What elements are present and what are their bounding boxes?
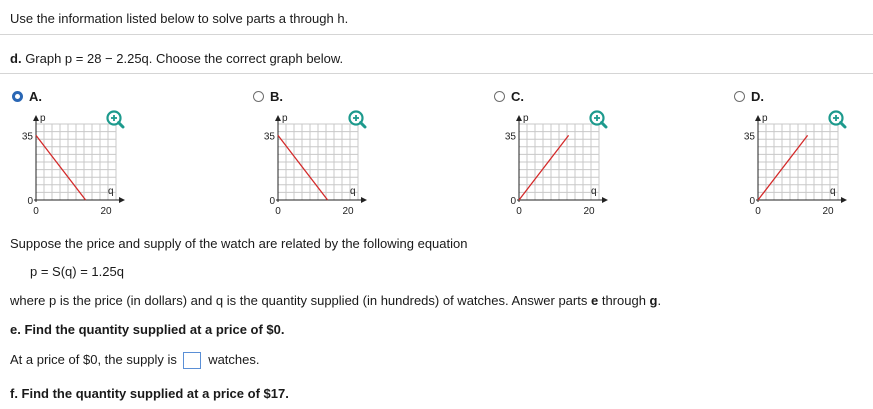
y-tick-top: 35 — [505, 131, 517, 142]
option-c[interactable]: C. — [494, 89, 524, 104]
option-b[interactable]: B. — [253, 89, 283, 104]
graph-c-svg: pq3500 20 — [505, 110, 608, 217]
graph-b: p q 35 0 0 20 — [244, 108, 374, 218]
option-b-radio[interactable] — [253, 91, 264, 102]
y-axis-arrow — [516, 115, 522, 121]
option-b-label: B. — [270, 89, 283, 104]
y-axis-label: p — [523, 113, 529, 124]
option-d-label: D. — [751, 89, 764, 104]
x-tick-zero: 0 — [275, 206, 281, 217]
where-bold-g: g — [649, 293, 658, 308]
part-e-question: e. Find the quantity supplied at a price… — [10, 322, 285, 337]
graph-a-svg: pq3500 20 — [22, 110, 125, 217]
graph-d-svg: pq3500 20 — [744, 110, 847, 217]
option-a-radio[interactable] — [12, 91, 23, 102]
option-c-radio[interactable] — [494, 91, 505, 102]
x-axis-arrow — [119, 197, 125, 203]
graph-d-line — [757, 135, 809, 201]
y-axis-arrow — [275, 115, 281, 121]
zoom-in-icon[interactable] — [589, 110, 608, 129]
x-tick-max: 20 — [583, 206, 595, 217]
x-axis-label: q — [830, 186, 836, 197]
option-c-label: C. — [511, 89, 524, 104]
y-tick-top: 35 — [744, 131, 756, 142]
x-tick-max: 20 — [100, 206, 112, 217]
graph-a: p q 35 0 0 20 — [2, 108, 132, 218]
graph-b-svg: pq3500 20 — [264, 110, 367, 217]
part-d-divider — [0, 73, 873, 74]
option-a-label: A. — [29, 89, 42, 104]
part-e-answer-row: At a price of $0, the supply is watches. — [10, 352, 260, 370]
x-axis-label: q — [108, 186, 114, 197]
x-tick-max: 20 — [342, 206, 354, 217]
supply-answer-input[interactable] — [182, 352, 201, 370]
x-axis-arrow — [361, 197, 367, 203]
zoom-in-icon[interactable] — [106, 110, 125, 129]
x-axis-arrow — [602, 197, 608, 203]
x-tick-zero: 0 — [33, 206, 39, 217]
option-d[interactable]: D. — [734, 89, 764, 104]
answer-e-after: watches. — [208, 352, 260, 367]
option-d-radio[interactable] — [734, 91, 745, 102]
supply-intro: Suppose the price and supply of the watc… — [10, 236, 468, 251]
where-main: where p is the price (in dollars) and q … — [10, 293, 591, 308]
y-axis-label: p — [762, 113, 768, 124]
y-tick-top: 35 — [22, 131, 34, 142]
graph-c-line — [518, 135, 570, 201]
zoom-in-icon[interactable] — [348, 110, 367, 129]
supply-equation: p = S(q) = 1.25q — [30, 264, 124, 279]
graph-b-line — [277, 135, 329, 201]
header-divider — [0, 34, 873, 35]
y-axis-arrow — [755, 115, 761, 121]
x-tick-zero: 0 — [755, 206, 761, 217]
part-d-prefix: d. — [10, 51, 22, 66]
option-a[interactable]: A. — [12, 89, 42, 104]
y-tick-top: 35 — [264, 131, 276, 142]
where-end: . — [657, 293, 662, 308]
part-f-question: f. Find the quantity supplied at a price… — [10, 386, 289, 401]
x-axis-label: q — [350, 186, 356, 197]
y-axis-label: p — [282, 113, 288, 124]
y-axis-label: p — [40, 113, 46, 124]
header-instruction: Use the information listed below to solv… — [10, 11, 349, 26]
answer-e-before: At a price of $0, the supply is — [10, 352, 177, 367]
part-d-text: Graph p = 28 − 2.25q. Choose the correct… — [25, 51, 344, 66]
graph-c: p q 35 0 0 20 — [485, 108, 615, 218]
x-tick-zero: 0 — [516, 206, 522, 217]
graph-d: p q 35 0 0 20 — [724, 108, 854, 218]
x-tick-max: 20 — [822, 206, 834, 217]
x-axis-label: q — [591, 186, 597, 197]
part-d-question: d. Graph p = 28 − 2.25q. Choose the corr… — [10, 51, 343, 66]
where-middle: through — [598, 293, 650, 308]
graph-a-line — [35, 135, 87, 201]
zoom-in-icon[interactable] — [828, 110, 847, 129]
where-text: where p is the price (in dollars) and q … — [10, 293, 661, 308]
y-axis-arrow — [33, 115, 39, 121]
x-axis-arrow — [841, 197, 847, 203]
